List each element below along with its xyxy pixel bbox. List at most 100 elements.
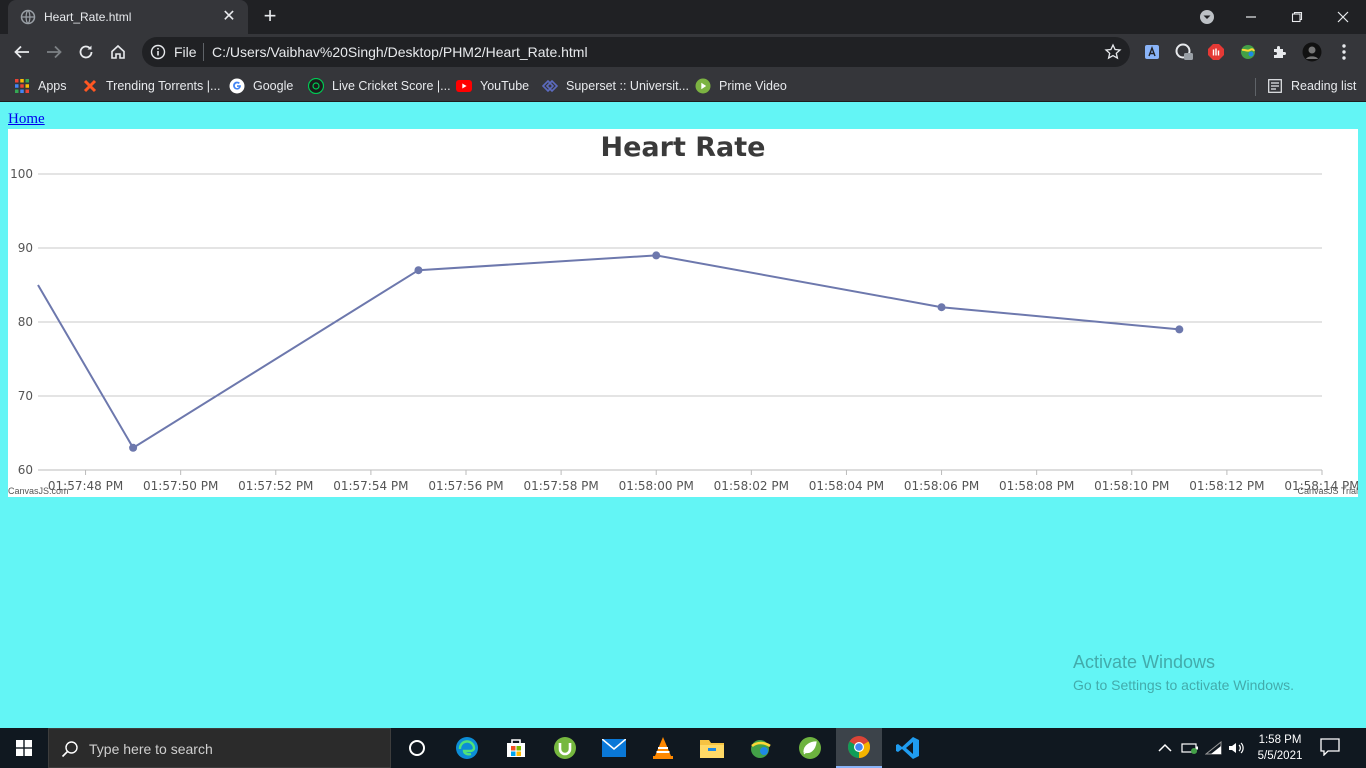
search-icon	[61, 740, 79, 758]
windows-logo-icon	[16, 740, 32, 756]
bookmark-label: Superset :: Universit...	[566, 79, 689, 93]
x-tick-label: 01:57:50 PM	[143, 479, 218, 493]
browser-tab[interactable]: Heart_Rate.html ✕	[8, 0, 248, 34]
battery-icon[interactable]	[1181, 740, 1199, 756]
chart-title: Heart Rate	[601, 132, 766, 163]
reading-list-button[interactable]: Reading list	[1267, 76, 1356, 96]
edge-icon[interactable]	[444, 728, 490, 768]
bookmark-google[interactable]: Google	[229, 76, 293, 96]
info-icon[interactable]	[150, 44, 166, 60]
close-window-button[interactable]	[1320, 0, 1366, 34]
bookmark-superset[interactable]: Superset :: Universit...	[542, 76, 689, 96]
menu-kebab-icon[interactable]	[1334, 42, 1354, 62]
data-point[interactable]	[129, 443, 138, 452]
omnibox-divider	[203, 43, 204, 61]
torrents-x-icon	[82, 78, 98, 94]
data-point[interactable]	[414, 266, 423, 275]
address-bar[interactable]: File C:/Users/Vaibhav%20Singh/Desktop/PH…	[142, 37, 1130, 67]
chevron-up-icon[interactable]	[1156, 740, 1174, 756]
tab-strip: Heart_Rate.html ✕ +	[0, 0, 1366, 34]
bookmark-live-cricket[interactable]: Live Cricket Score |...	[308, 76, 451, 96]
adblock-extension-icon[interactable]	[1206, 42, 1226, 62]
x-tick-label: 01:57:52 PM	[238, 479, 313, 493]
cricket-icon	[308, 78, 324, 94]
home-button[interactable]	[104, 38, 132, 66]
forward-button[interactable]	[40, 38, 68, 66]
vlc-icon[interactable]	[640, 728, 686, 768]
taskbar-search-input[interactable]: Type here to search	[48, 728, 391, 768]
prime-video-icon	[695, 78, 711, 94]
y-tick-label: 60	[18, 463, 33, 477]
bookmark-star-icon[interactable]	[1104, 43, 1122, 61]
chart-credit-left[interactable]: CanvasJS.com	[8, 486, 69, 496]
activate-windows-subtitle: Go to Settings to activate Windows.	[1073, 677, 1294, 693]
y-tick-label: 70	[18, 389, 33, 403]
close-tab-icon[interactable]: ✕	[220, 8, 238, 26]
superset-icon	[542, 78, 558, 94]
extensions-puzzle-icon[interactable]	[1270, 42, 1290, 62]
chart-canvas: Heart Rate 6070809010001:57:48 PM 01:57:5…	[10, 132, 1358, 493]
reload-button[interactable]	[72, 38, 100, 66]
x-tick-label: 01:58:00 PM	[619, 479, 694, 493]
heart-rate-series-line	[37, 254, 1180, 450]
bookmarks-bar: Apps Trending Torrents |... Google Live …	[0, 70, 1366, 102]
scheme-label: File	[174, 44, 197, 60]
volume-icon[interactable]	[1228, 740, 1246, 756]
profile-avatar-icon[interactable]	[1302, 42, 1322, 62]
mail-icon[interactable]	[591, 728, 637, 768]
profile-dropdown-icon[interactable]	[1184, 0, 1230, 34]
home-link[interactable]: Home	[8, 111, 45, 128]
x-tick-label: 01:58:02 PM	[714, 479, 789, 493]
activate-windows-title: Activate Windows	[1073, 652, 1216, 672]
cortana-icon[interactable]	[394, 728, 440, 768]
apps-grid-icon	[14, 78, 30, 94]
start-button[interactable]	[0, 728, 48, 768]
taskbar-clock[interactable]: 1:58 PM 5/5/2021	[1248, 732, 1312, 764]
wifi-icon[interactable]	[1205, 740, 1223, 756]
globe-extension-icon[interactable]	[1238, 42, 1258, 62]
data-point[interactable]	[652, 251, 661, 260]
vscode-icon[interactable]	[885, 728, 931, 768]
y-tick-label: 80	[18, 315, 33, 329]
bookmark-apps[interactable]: Apps	[14, 76, 67, 96]
bookmark-label: Prime Video	[719, 79, 787, 93]
data-point[interactable]	[1175, 325, 1184, 334]
store-icon[interactable]	[493, 728, 539, 768]
heart-rate-chart: Heart Rate 60 70 80 90 100 01:57:48 PM 01:57:5…	[8, 129, 1358, 497]
ide-icon[interactable]	[738, 728, 784, 768]
utorrent-icon[interactable]	[542, 728, 588, 768]
clock-date: 5/5/2021	[1257, 750, 1303, 762]
url-text[interactable]: C:/Users/Vaibhav%20Singh/Desktop/PHM2/He…	[212, 44, 588, 60]
x-tick-label: 01:58:06 PM	[904, 479, 979, 493]
minimize-button[interactable]	[1228, 0, 1274, 34]
clock-time: 1:58 PM	[1258, 734, 1302, 746]
chart-credit-right: CanvasJS Trial	[1297, 486, 1358, 496]
notification-icon[interactable]	[1320, 738, 1344, 758]
chrome-icon[interactable]	[836, 728, 882, 768]
reading-list-label: Reading list	[1291, 79, 1357, 93]
restore-button[interactable]	[1274, 0, 1320, 34]
bookmarks-divider	[1255, 78, 1256, 96]
bookmark-trending-torrents[interactable]: Trending Torrents |...	[82, 76, 220, 96]
spring-icon[interactable]	[787, 728, 833, 768]
back-button[interactable]	[8, 38, 36, 66]
bookmark-label: YouTube	[480, 79, 530, 93]
data-point[interactable]	[937, 303, 946, 312]
x-tick-label: 01:57:56 PM	[428, 479, 503, 493]
taskbar: Type here to search 1:58 PM 5/5/2021	[0, 728, 1366, 768]
y-tick-label: 100	[10, 167, 33, 181]
x-tick-label: 01:58:04 PM	[809, 479, 884, 493]
x-tick-label: 01:58:12 PM	[1189, 479, 1264, 493]
wappalyzer-extension-icon[interactable]	[1174, 42, 1194, 62]
x-tick-label: 01:58:08 PM	[999, 479, 1074, 493]
file-explorer-icon[interactable]	[689, 728, 735, 768]
new-tab-button[interactable]: +	[258, 5, 282, 29]
y-tick-label: 90	[18, 241, 33, 255]
x-tick-label: 01:57:58 PM	[523, 479, 598, 493]
bookmark-youtube[interactable]: YouTube	[456, 76, 529, 96]
translate-extension-icon[interactable]	[1142, 42, 1162, 62]
bookmark-label: Google	[253, 79, 294, 93]
x-tick-label: 01:57:54 PM	[333, 479, 408, 493]
x-tick-label: 01:58:10 PM	[1094, 479, 1169, 493]
bookmark-prime-video[interactable]: Prime Video	[695, 76, 787, 96]
